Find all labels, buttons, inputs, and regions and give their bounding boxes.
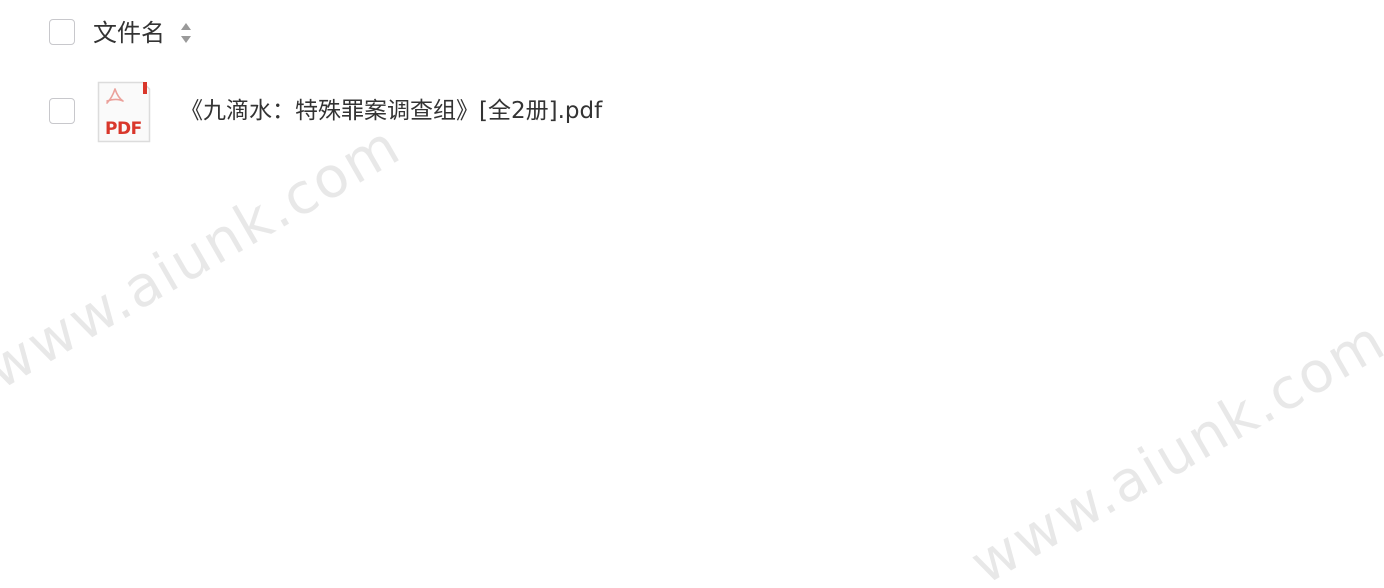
table-row[interactable]: PDF 《九滴水：特殊罪案调查组》[全2册].pdf bbox=[0, 74, 1384, 150]
row-checkbox[interactable] bbox=[49, 98, 75, 124]
watermark-text: www.aiunk.com bbox=[0, 112, 412, 403]
select-all-checkbox[interactable] bbox=[49, 19, 75, 45]
pdf-icon-label: PDF bbox=[105, 119, 142, 139]
file-list-header: 文件名 bbox=[0, 0, 1384, 66]
pdf-file-icon: PDF bbox=[97, 81, 151, 143]
file-list-page: 文件名 PDF 《九滴水：特殊罪案调查组》[全2册].pdf www.aiunk… bbox=[0, 0, 1384, 588]
file-name-link[interactable]: 《九滴水：特殊罪案调查组》[全2册].pdf bbox=[180, 94, 602, 128]
column-header-filename[interactable]: 文件名 bbox=[93, 16, 165, 50]
watermark-text: www.aiunk.com bbox=[960, 307, 1384, 588]
sort-toggle-icon[interactable] bbox=[178, 20, 194, 46]
